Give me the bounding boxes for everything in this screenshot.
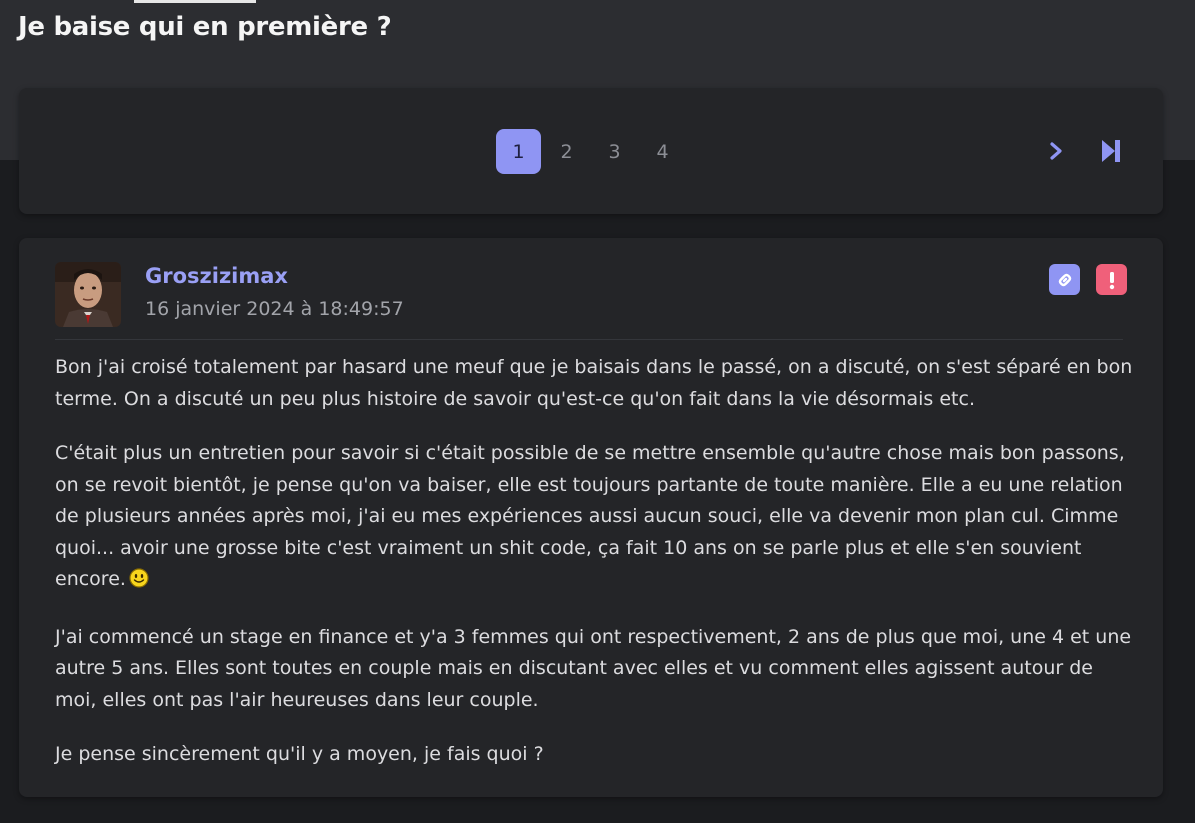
page-button-3[interactable]: 3 xyxy=(592,129,637,174)
page-button-1[interactable]: 1 xyxy=(496,129,541,174)
post-paragraph: C'était plus un entretien pour savoir si… xyxy=(55,438,1135,599)
skip-to-last-icon xyxy=(1102,140,1120,162)
post-paragraph: Je pense sincèrement qu'il y a moyen, je… xyxy=(55,743,544,765)
post-date: 16 janvier 2024 à 18:49:57 xyxy=(145,298,404,320)
last-page-button[interactable] xyxy=(1096,135,1126,167)
page-button-2[interactable]: 2 xyxy=(544,129,589,174)
smiley-icon xyxy=(129,567,149,599)
chevron-right-icon xyxy=(1050,142,1062,160)
post-paragraph: Bon j'ai croisé totalement par hasard un… xyxy=(55,356,1133,410)
post-divider xyxy=(55,339,1123,340)
avatar[interactable] xyxy=(55,262,121,327)
page-button-4[interactable]: 4 xyxy=(640,129,685,174)
report-button[interactable] xyxy=(1096,264,1127,295)
page-title: Je baise qui en première ? xyxy=(18,12,392,42)
next-page-button[interactable] xyxy=(1041,136,1071,166)
post-body: Bon j'ai croisé totalement par hasard un… xyxy=(55,352,1135,794)
user-avatar-image xyxy=(55,262,121,327)
permalink-button[interactable] xyxy=(1049,264,1080,295)
link-icon xyxy=(1058,273,1071,286)
pagination-bar: 1 2 3 4 xyxy=(19,88,1163,214)
page-list: 1 2 3 4 xyxy=(496,129,688,174)
post-card: Groszizimax 16 janvier 2024 à 18:49:57 B… xyxy=(19,238,1163,797)
post-paragraph: J'ai commencé un stage en finance et y'a… xyxy=(55,625,1132,711)
header-underline xyxy=(134,0,256,3)
alert-exclamation-icon xyxy=(1109,271,1114,289)
post-paragraph-text: C'était plus un entretien pour savoir si… xyxy=(55,442,1125,590)
author-name[interactable]: Groszizimax xyxy=(145,264,288,288)
